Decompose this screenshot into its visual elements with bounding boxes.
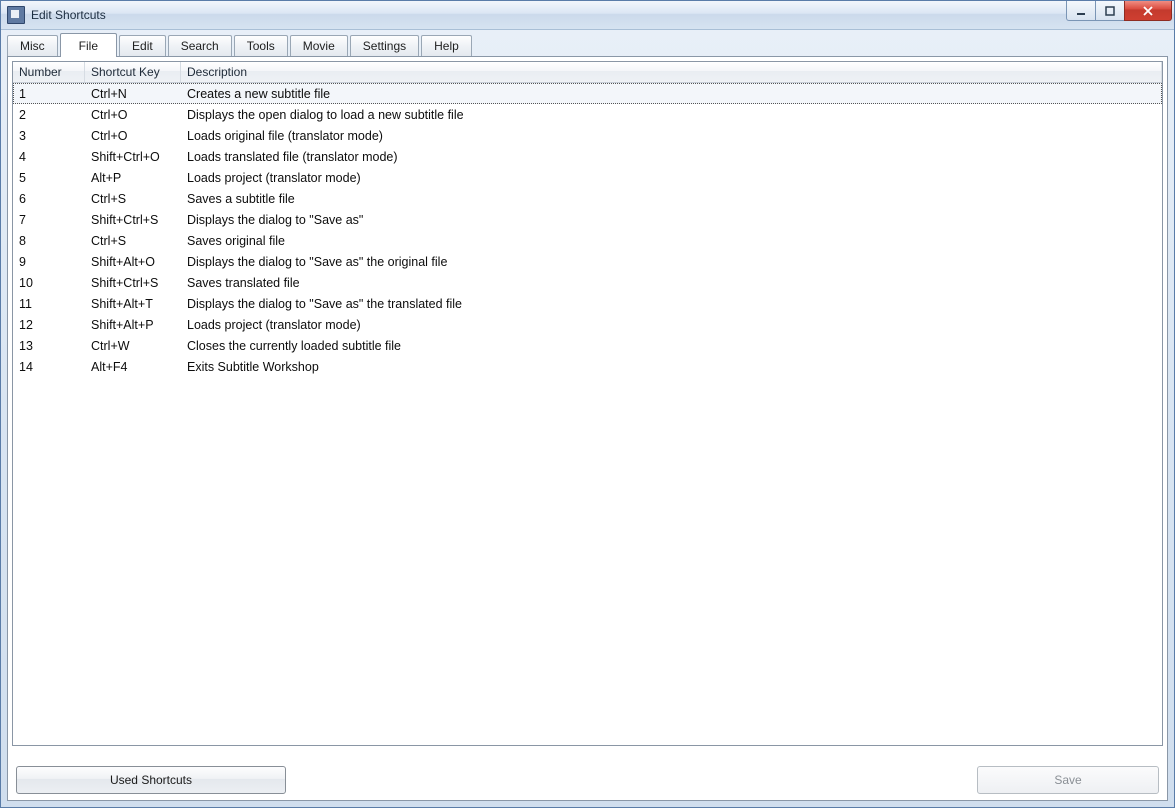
shortcuts-table: Number Shortcut Key Description 1 Ctrl+N… — [12, 61, 1163, 746]
tab-edit[interactable]: Edit — [119, 35, 166, 56]
save-button[interactable]: Save — [977, 766, 1159, 794]
tab-misc[interactable]: Misc — [7, 35, 58, 56]
cell-description: Loads project (translator mode) — [181, 318, 1162, 332]
cell-shortcut: Alt+F4 — [85, 360, 181, 374]
table-row[interactable]: 8 Ctrl+S Saves original file — [13, 230, 1162, 251]
table-body[interactable]: 1 Ctrl+N Creates a new subtitle file 2 C… — [13, 83, 1162, 745]
cell-shortcut: Ctrl+O — [85, 108, 181, 122]
cell-shortcut: Ctrl+W — [85, 339, 181, 353]
cell-description: Loads project (translator mode) — [181, 171, 1162, 185]
cell-shortcut: Shift+Ctrl+O — [85, 150, 181, 164]
cell-shortcut: Ctrl+N — [85, 87, 181, 101]
minimize-button[interactable] — [1066, 1, 1096, 21]
window: Edit Shortcuts Misc File Edit Search Too… — [0, 0, 1175, 808]
cell-number: 9 — [13, 255, 85, 269]
cell-description: Saves a subtitle file — [181, 192, 1162, 206]
tab-help[interactable]: Help — [421, 35, 472, 56]
cell-shortcut: Shift+Alt+O — [85, 255, 181, 269]
col-header-shortcut[interactable]: Shortcut Key — [85, 62, 181, 82]
table-row[interactable]: 14 Alt+F4 Exits Subtitle Workshop — [13, 356, 1162, 377]
cell-description: Displays the dialog to "Save as" the ori… — [181, 255, 1162, 269]
cell-shortcut: Ctrl+S — [85, 234, 181, 248]
cell-description: Saves translated file — [181, 276, 1162, 290]
table-row[interactable]: 11 Shift+Alt+T Displays the dialog to "S… — [13, 293, 1162, 314]
cell-shortcut: Alt+P — [85, 171, 181, 185]
cell-number: 1 — [13, 87, 85, 101]
table-row[interactable]: 3 Ctrl+O Loads original file (translator… — [13, 125, 1162, 146]
table-row[interactable]: 6 Ctrl+S Saves a subtitle file — [13, 188, 1162, 209]
table-row[interactable]: 1 Ctrl+N Creates a new subtitle file — [13, 83, 1162, 104]
cell-shortcut: Shift+Ctrl+S — [85, 213, 181, 227]
table-row[interactable]: 2 Ctrl+O Displays the open dialog to loa… — [13, 104, 1162, 125]
tabstrip: Misc File Edit Search Tools Movie Settin… — [7, 32, 1168, 56]
tab-panel: Number Shortcut Key Description 1 Ctrl+N… — [7, 56, 1168, 801]
cell-shortcut: Ctrl+O — [85, 129, 181, 143]
table-row[interactable]: 10 Shift+Ctrl+S Saves translated file — [13, 272, 1162, 293]
used-shortcuts-button[interactable]: Used Shortcuts — [16, 766, 286, 794]
window-controls — [1067, 1, 1174, 21]
window-title: Edit Shortcuts — [31, 8, 106, 22]
cell-number: 8 — [13, 234, 85, 248]
app-icon — [7, 6, 25, 24]
table-row[interactable]: 12 Shift+Alt+P Loads project (translator… — [13, 314, 1162, 335]
cell-description: Displays the dialog to "Save as" — [181, 213, 1162, 227]
tab-tools[interactable]: Tools — [234, 35, 288, 56]
cell-description: Loads original file (translator mode) — [181, 129, 1162, 143]
cell-number: 10 — [13, 276, 85, 290]
cell-number: 3 — [13, 129, 85, 143]
tab-settings[interactable]: Settings — [350, 35, 419, 56]
cell-number: 11 — [13, 297, 85, 311]
cell-description: Displays the dialog to "Save as" the tra… — [181, 297, 1162, 311]
cell-description: Creates a new subtitle file — [181, 87, 1162, 101]
cell-description: Displays the open dialog to load a new s… — [181, 108, 1162, 122]
tab-movie[interactable]: Movie — [290, 35, 348, 56]
cell-shortcut: Shift+Alt+P — [85, 318, 181, 332]
cell-description: Exits Subtitle Workshop — [181, 360, 1162, 374]
table-row[interactable]: 7 Shift+Ctrl+S Displays the dialog to "S… — [13, 209, 1162, 230]
cell-shortcut: Shift+Ctrl+S — [85, 276, 181, 290]
maximize-button[interactable] — [1095, 1, 1125, 21]
cell-description: Loads translated file (translator mode) — [181, 150, 1162, 164]
table-row[interactable]: 5 Alt+P Loads project (translator mode) — [13, 167, 1162, 188]
cell-number: 7 — [13, 213, 85, 227]
close-button[interactable] — [1124, 1, 1172, 21]
cell-shortcut: Ctrl+S — [85, 192, 181, 206]
cell-shortcut: Shift+Alt+T — [85, 297, 181, 311]
client-area: Misc File Edit Search Tools Movie Settin… — [7, 30, 1168, 801]
cell-number: 6 — [13, 192, 85, 206]
cell-number: 13 — [13, 339, 85, 353]
cell-description: Saves original file — [181, 234, 1162, 248]
table-row[interactable]: 4 Shift+Ctrl+O Loads translated file (tr… — [13, 146, 1162, 167]
table-header: Number Shortcut Key Description — [13, 62, 1162, 83]
col-header-number[interactable]: Number — [13, 62, 85, 82]
col-header-description[interactable]: Description — [181, 62, 1162, 82]
cell-number: 14 — [13, 360, 85, 374]
tab-search[interactable]: Search — [168, 35, 232, 56]
table-row[interactable]: 9 Shift+Alt+O Displays the dialog to "Sa… — [13, 251, 1162, 272]
tab-file[interactable]: File — [60, 33, 117, 57]
titlebar[interactable]: Edit Shortcuts — [1, 1, 1174, 30]
cell-number: 2 — [13, 108, 85, 122]
cell-number: 5 — [13, 171, 85, 185]
footer: Used Shortcuts Save — [12, 746, 1163, 796]
cell-number: 12 — [13, 318, 85, 332]
cell-number: 4 — [13, 150, 85, 164]
table-row[interactable]: 13 Ctrl+W Closes the currently loaded su… — [13, 335, 1162, 356]
cell-description: Closes the currently loaded subtitle fil… — [181, 339, 1162, 353]
